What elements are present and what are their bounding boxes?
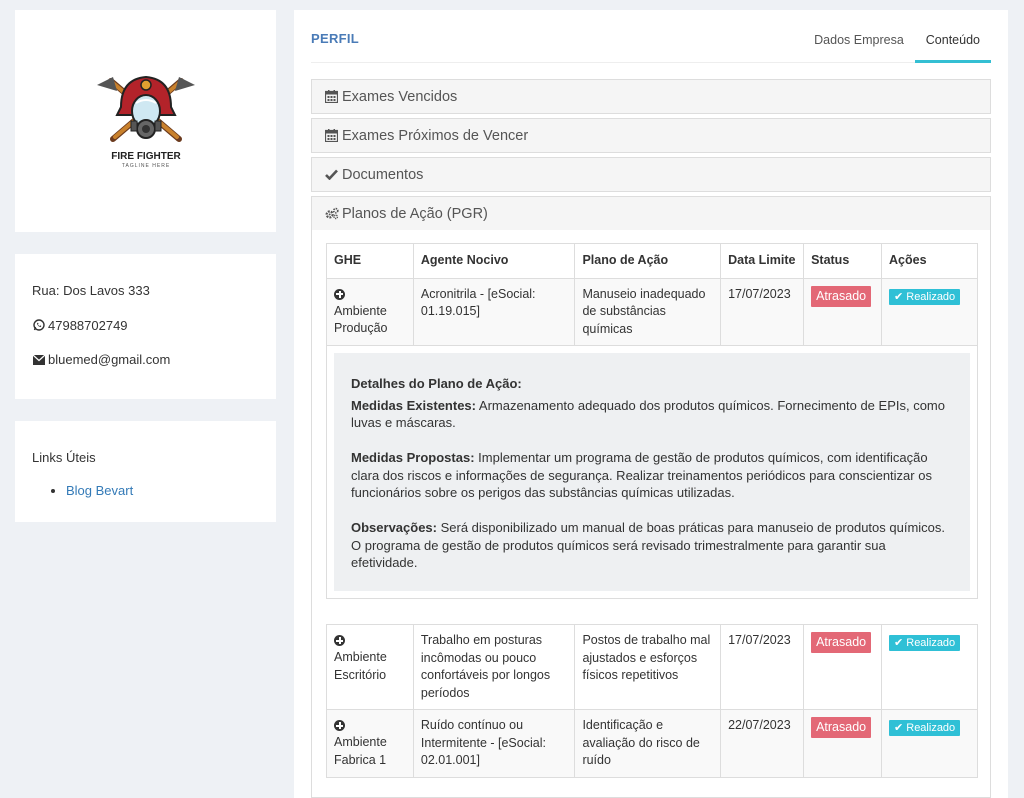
list-item: Blog Bevart — [66, 483, 259, 498]
link-blog-bevart[interactable]: Blog Bevart — [66, 483, 133, 498]
table-row[interactable]: Ambiente Fabrica 1 Ruído contínuo ou Int… — [326, 709, 978, 778]
calendar-icon — [325, 90, 339, 104]
phone-line: 47988702749 — [32, 317, 259, 334]
planos-table: GHE Agente Nocivo Plano de Ação Data Lim… — [326, 243, 978, 778]
phone-text: 47988702749 — [48, 317, 128, 333]
cell-ghe: Ambiente Escritório — [326, 624, 414, 710]
cell-agente: Acronitrila - [eSocial: 01.19.015] — [412, 277, 576, 346]
expand-plus-icon[interactable] — [334, 288, 345, 300]
cell-plano: Postos de trabalho mal ajustados e esfor… — [574, 624, 722, 710]
detail-existentes: Medidas Existentes: Armazenamento adequa… — [351, 397, 953, 432]
contact-panel: Rua: Dos Lavos 333 47988702749 bluemed@g… — [15, 254, 276, 399]
links-panel: Links Úteis Blog Bevart — [15, 421, 276, 522]
accordion-label: Planos de Ação (PGR) — [342, 205, 488, 222]
detail-propostas: Medidas Propostas: Implementar um progra… — [351, 449, 953, 502]
table-row[interactable]: Ambiente Produção Acronitrila - [eSocial… — [326, 277, 978, 346]
cell-status: Atrasado — [803, 709, 883, 778]
accordion-label: Exames Próximos de Vencer — [342, 127, 529, 144]
email-line: bluemed@gmail.com — [32, 351, 259, 368]
status-badge: Atrasado — [811, 717, 872, 738]
spacer-row — [326, 598, 978, 625]
detail-box: Detalhes do Plano de Ação: Medidas Exist… — [334, 353, 970, 591]
cell-ghe-text: Ambiente Fabrica 1 — [334, 735, 387, 767]
col-header-data: Data Limite — [720, 243, 805, 279]
cell-ghe: Ambiente Produção — [326, 277, 414, 346]
detail-observacoes-text: Será disponibilizado um manual de boas p… — [351, 520, 946, 570]
detail-cell: Detalhes do Plano de Ação: Medidas Exist… — [326, 345, 978, 599]
address-text: Rua: Dos Lavos 333 — [32, 283, 150, 298]
realizado-label: Realizado — [906, 290, 956, 303]
cell-acoes: ✔ Realizado — [881, 624, 978, 710]
check-icon: ✔ — [894, 722, 904, 734]
tab-conteudo[interactable]: Conteúdo — [914, 10, 991, 63]
accordion-exames-vencidos[interactable]: Exames Vencidos — [311, 79, 991, 114]
col-header-status: Status — [803, 243, 883, 279]
links-list: Blog Bevart — [32, 483, 259, 498]
realizado-label: Realizado — [906, 637, 956, 649]
detail-row: Detalhes do Plano de Ação: Medidas Exist… — [326, 345, 978, 599]
svg-text:FIRE FIGHTER: FIRE FIGHTER — [111, 151, 181, 162]
email-text: bluemed@gmail.com — [48, 352, 171, 367]
expand-plus-icon[interactable] — [334, 720, 345, 731]
check-icon: ✔ — [894, 290, 904, 303]
cell-status: Atrasado — [803, 277, 883, 346]
tab-bar: Dados Empresa Conteúdo — [803, 10, 991, 63]
cell-ghe-text: Ambiente Produção — [334, 303, 388, 336]
cell-plano: Identificação e avaliação do risco de ru… — [574, 709, 722, 778]
spacer-cell — [326, 598, 978, 625]
detail-observacoes-label: Observações: — [351, 520, 437, 535]
accordion-planos-acao[interactable]: Planos de Ação (PGR) — [311, 196, 991, 231]
main-panel: PERFIL Dados Empresa Conteúdo Exames Ven… — [294, 10, 1008, 798]
tab-dados-empresa[interactable]: Dados Empresa — [803, 10, 915, 63]
col-header-ghe: GHE — [326, 243, 414, 279]
realizado-label: Realizado — [906, 722, 956, 734]
detail-propostas-label: Medidas Propostas: — [351, 450, 475, 465]
cell-data: 17/07/2023 — [720, 624, 805, 710]
calendar-icon — [325, 129, 339, 143]
accordion-label: Documentos — [342, 166, 424, 183]
cell-acoes: ✔ Realizado — [881, 277, 978, 346]
detail-existentes-label: Medidas Existentes: — [351, 397, 476, 413]
cell-data: 17/07/2023 — [720, 277, 805, 346]
detail-observacoes: Observações: Será disponibilizado um man… — [351, 519, 953, 572]
svg-text:TAGLINE HERE: TAGLINE HERE — [121, 163, 169, 169]
cell-status: Atrasado — [803, 624, 883, 710]
status-badge: Atrasado — [811, 632, 872, 653]
cell-ghe-text: Ambiente Escritório — [334, 650, 387, 682]
col-header-acoes: Ações — [881, 243, 978, 279]
table-header-row: GHE Agente Nocivo Plano de Ação Data Lim… — [326, 243, 978, 279]
table-row[interactable]: Ambiente Escritório Trabalho em posturas… — [326, 624, 978, 710]
accordion-exames-proximos[interactable]: Exames Próximos de Vencer — [311, 118, 991, 153]
accordion-documentos[interactable]: Documentos — [311, 157, 991, 192]
realizado-button[interactable]: ✔ Realizado — [889, 288, 961, 305]
address-line: Rua: Dos Lavos 333 — [32, 282, 259, 299]
cell-plano: Manuseio inadequado de substâncias quími… — [574, 277, 722, 346]
check-icon — [325, 168, 339, 182]
envelope-icon — [32, 353, 45, 366]
col-header-plano: Plano de Ação — [574, 243, 722, 279]
logo-panel: FIRE FIGHTER TAGLINE HERE — [15, 10, 276, 232]
col-header-agente: Agente Nocivo — [412, 243, 576, 279]
cell-agente: Ruído contínuo ou Intermitente - [eSocia… — [412, 709, 576, 778]
realizado-button[interactable]: ✔ Realizado — [889, 720, 961, 736]
cell-data: 22/07/2023 — [720, 709, 805, 778]
cell-ghe: Ambiente Fabrica 1 — [326, 709, 414, 778]
links-title: Links Úteis — [32, 450, 96, 465]
panel-header: PERFIL Dados Empresa Conteúdo — [311, 10, 991, 63]
detail-title: Detalhes do Plano de Ação: — [351, 376, 522, 391]
cell-acoes: ✔ Realizado — [881, 709, 978, 778]
realizado-button[interactable]: ✔ Realizado — [889, 635, 961, 651]
fire-fighter-logo: FIRE FIGHTER TAGLINE HERE — [96, 75, 195, 169]
cell-agente: Trabalho em posturas incômodas ou pouco … — [412, 624, 576, 710]
planos-acao-body: GHE Agente Nocivo Plano de Ação Data Lim… — [311, 230, 991, 798]
whatsapp-icon — [32, 319, 45, 332]
status-badge: Atrasado — [811, 285, 872, 307]
accordion-label: Exames Vencidos — [342, 88, 458, 105]
page-title: PERFIL — [311, 31, 360, 46]
expand-plus-icon[interactable] — [334, 635, 345, 646]
gears-icon — [325, 207, 339, 221]
check-icon: ✔ — [894, 637, 904, 649]
